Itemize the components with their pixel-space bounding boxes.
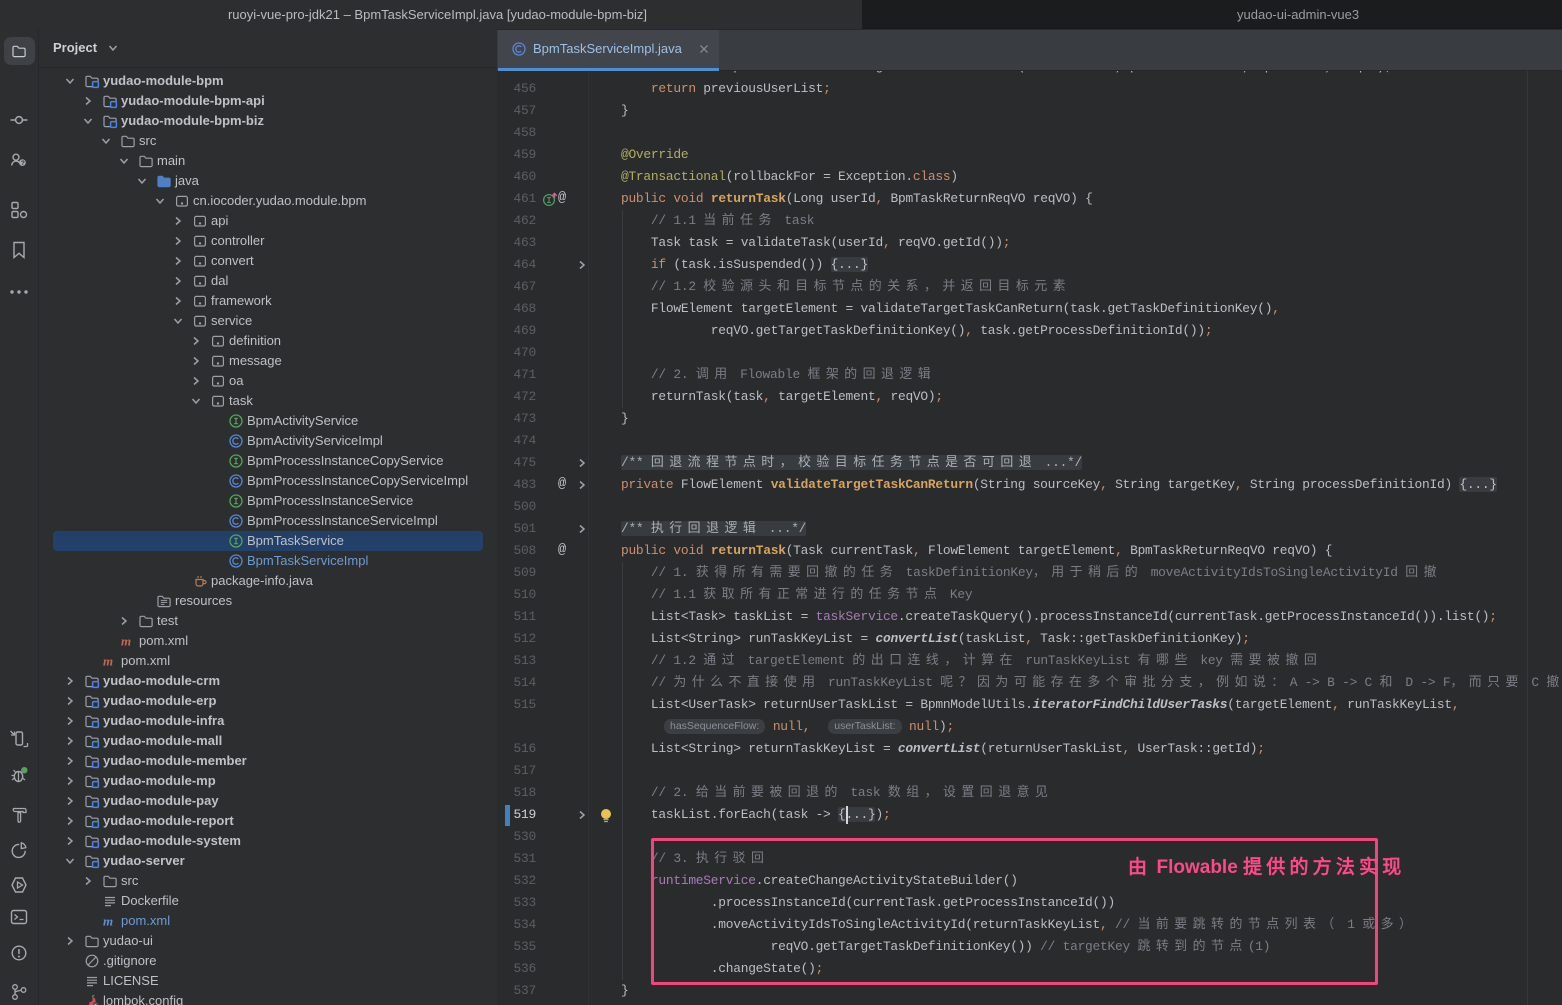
svg-text:m: m (121, 634, 131, 649)
svg-text:?: ? (21, 160, 25, 167)
svg-text:m: m (103, 654, 113, 669)
svg-text:m: m (103, 914, 113, 929)
